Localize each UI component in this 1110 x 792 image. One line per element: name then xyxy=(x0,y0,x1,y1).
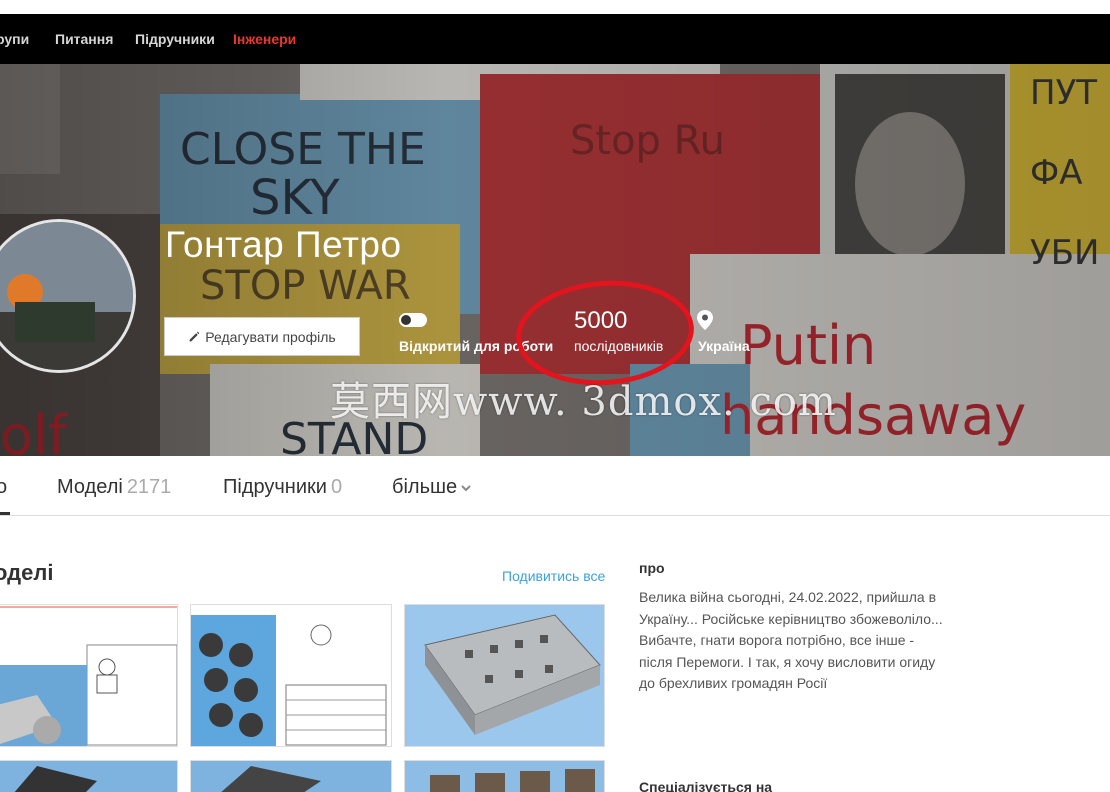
tab-tutorials-count: 0 xyxy=(330,476,343,498)
model-thumbnail[interactable] xyxy=(404,604,605,747)
model-thumbnail[interactable] xyxy=(404,760,605,792)
specializes-heading: Спеціалізується на xyxy=(639,779,773,792)
models-section-title: оделі xyxy=(0,560,54,585)
top-strip xyxy=(0,0,1110,14)
nav-item-groups[interactable]: рупи xyxy=(0,31,29,47)
active-tab-indicator xyxy=(0,512,10,515)
watermark-text: 莫西网www. 3dmox. com xyxy=(330,379,837,425)
top-nav: рупи Питання Підручники Інженери xyxy=(0,14,1110,64)
edit-profile-button[interactable]: Редагувати профіль xyxy=(164,317,360,356)
tab-models-label: Моделі xyxy=(57,476,123,498)
model-preview-render xyxy=(405,605,604,746)
nav-item-tutorials[interactable]: Підручники xyxy=(135,31,215,47)
open-for-work-toggle[interactable] xyxy=(399,313,427,327)
edit-profile-label: Редагувати профіль xyxy=(205,328,336,345)
location-label: Україна xyxy=(698,338,750,354)
model-thumbnail[interactable] xyxy=(190,604,392,747)
tab-profile[interactable]: о xyxy=(0,476,7,499)
chevron-down-icon xyxy=(461,485,471,492)
model-thumbnail[interactable] xyxy=(0,604,178,747)
model-thumbnail[interactable] xyxy=(190,760,392,792)
model-thumbnail[interactable] xyxy=(0,760,178,792)
model-preview-render xyxy=(405,761,604,792)
about-heading: про xyxy=(639,560,665,576)
profile-cover: CLOSE THE SKY STOP WAR Stop Ru ПУТ ФА УБ… xyxy=(0,64,1110,456)
model-preview-drawing xyxy=(0,605,177,746)
nav-item-questions[interactable]: Питання xyxy=(55,31,113,47)
model-preview-render xyxy=(0,761,177,792)
profile-name: Гонтар Петро xyxy=(165,224,402,265)
tab-more[interactable]: більше xyxy=(392,476,471,499)
pencil-icon xyxy=(189,331,200,342)
profile-tabs: о Моделі 2171 Підручники 0 більше xyxy=(0,456,1110,516)
tab-tutorials[interactable]: Підручники 0 xyxy=(223,476,342,499)
tab-models[interactable]: Моделі 2171 xyxy=(57,476,171,499)
model-preview-drawing xyxy=(191,605,391,746)
about-text: Велика війна сьогодні, 24.02.2022, прийш… xyxy=(639,589,943,691)
nav-item-engineers[interactable]: Інженери xyxy=(233,31,296,47)
tab-tutorials-label: Підручники xyxy=(223,476,327,498)
tab-more-label: більше xyxy=(392,476,458,498)
location-pin-icon xyxy=(697,310,713,330)
tab-models-count: 2171 xyxy=(126,476,172,498)
model-preview-render xyxy=(191,761,391,792)
see-all-link[interactable]: Подивитись все xyxy=(502,568,605,584)
